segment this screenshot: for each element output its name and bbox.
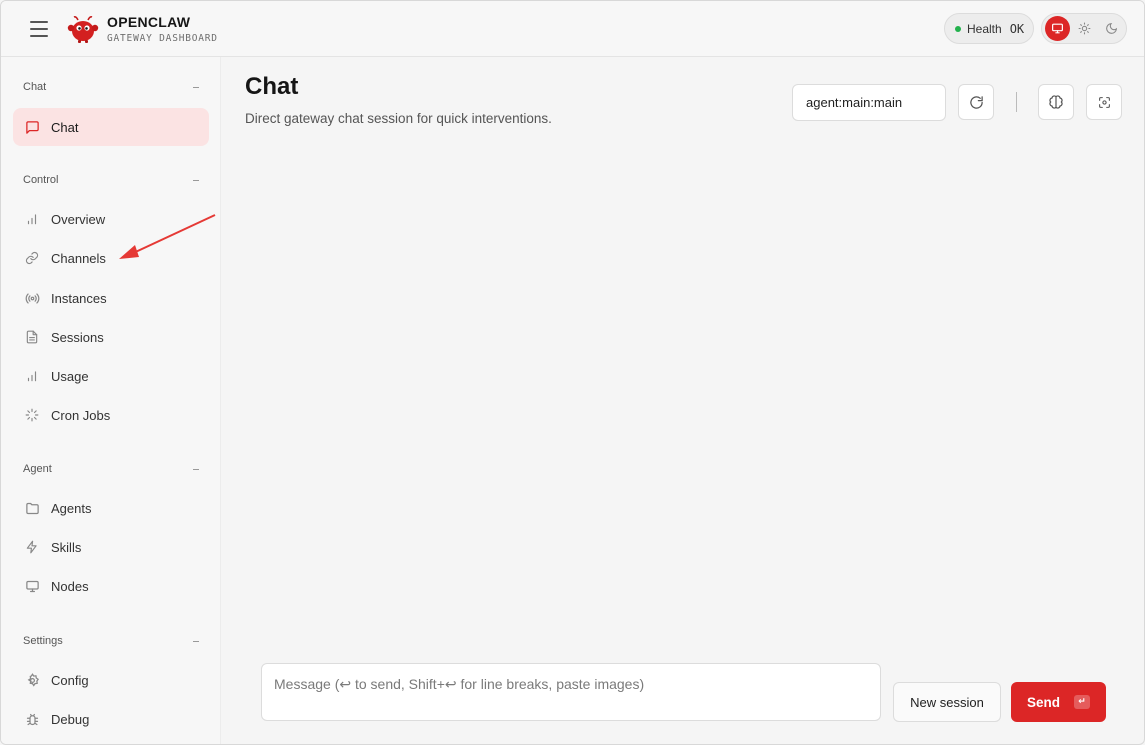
thinking-toggle-button[interactable] bbox=[1038, 84, 1074, 120]
moon-icon bbox=[1106, 22, 1118, 34]
refresh-button[interactable] bbox=[958, 84, 994, 120]
sidebar-item-label: Agents bbox=[51, 500, 92, 516]
loader-icon bbox=[24, 407, 40, 423]
sidebar-item-channels[interactable]: Channels bbox=[13, 239, 209, 277]
system-monitor-icon bbox=[1052, 23, 1063, 34]
sidebar-item-label: Cron Jobs bbox=[51, 407, 111, 423]
sidebar-item-chat[interactable]: Chat bbox=[13, 108, 209, 146]
health-value: OK bbox=[1009, 21, 1025, 36]
brand-subtitle: GATEWAY DASHBOARD bbox=[107, 33, 218, 44]
sidebar-item-cron-jobs[interactable]: Cron Jobs bbox=[13, 396, 209, 434]
section-title-settings[interactable]: Settings bbox=[23, 635, 63, 647]
bug-icon bbox=[24, 711, 40, 727]
sidebar-item-label: Debug bbox=[51, 711, 90, 727]
new-session-button[interactable]: New session bbox=[893, 682, 1001, 722]
sidebar-item-label: Overview bbox=[51, 211, 106, 227]
collapse-icon[interactable] bbox=[193, 641, 199, 642]
message-input[interactable] bbox=[262, 664, 880, 720]
collapse-icon[interactable] bbox=[193, 87, 199, 88]
folder-icon bbox=[24, 500, 40, 516]
sidebar-item-label: Chat bbox=[51, 119, 79, 135]
zap-icon bbox=[24, 539, 40, 555]
sidebar: Chat Chat Control Overview Channels Inst… bbox=[1, 57, 221, 744]
theme-light-button[interactable] bbox=[1072, 16, 1097, 41]
sidebar-item-sessions[interactable]: Sessions bbox=[13, 318, 209, 356]
sidebar-item-nodes[interactable]: Nodes bbox=[13, 567, 209, 605]
top-bar: OPENCLAW GATEWAY DASHBOARD Health OK bbox=[1, 1, 1144, 57]
collapse-icon[interactable] bbox=[193, 180, 199, 181]
lobster-mascot-icon bbox=[67, 14, 99, 44]
sidebar-item-label: Nodes bbox=[51, 578, 89, 594]
sidebar-item-label: Instances bbox=[51, 290, 107, 306]
sidebar-item-instances[interactable]: Instances bbox=[13, 279, 209, 317]
refresh-icon bbox=[969, 95, 983, 109]
message-square-icon bbox=[24, 119, 40, 135]
sidebar-item-agents[interactable]: Agents bbox=[13, 489, 209, 527]
enter-key-icon: ↵ bbox=[1074, 695, 1091, 709]
sidebar-item-overview[interactable]: Overview bbox=[13, 200, 209, 238]
theme-switcher bbox=[1041, 13, 1127, 44]
toolbar-divider bbox=[1016, 92, 1017, 112]
sidebar-item-skills[interactable]: Skills bbox=[13, 528, 209, 566]
brain-icon bbox=[1049, 95, 1063, 109]
link-icon bbox=[24, 250, 40, 266]
health-label: Health bbox=[967, 21, 1002, 36]
session-key-select[interactable]: agent:main:main bbox=[792, 84, 946, 121]
sidebar-item-config[interactable]: Config bbox=[13, 661, 209, 699]
status-dot-icon bbox=[955, 25, 961, 32]
sun-icon bbox=[1078, 22, 1091, 35]
send-shortcut: ↵ bbox=[1078, 697, 1086, 707]
send-button[interactable]: Send ↵ bbox=[1011, 682, 1106, 722]
sidebar-item-label: Config bbox=[51, 672, 89, 688]
health-badge[interactable]: Health OK bbox=[944, 13, 1034, 44]
file-text-icon bbox=[24, 329, 40, 345]
bar-chart-icon bbox=[24, 211, 40, 227]
sidebar-item-label: Sessions bbox=[51, 329, 104, 345]
send-label: Send bbox=[1027, 694, 1061, 710]
theme-system-button[interactable] bbox=[1045, 16, 1070, 41]
theme-dark-button[interactable] bbox=[1099, 16, 1124, 41]
focus-icon bbox=[1098, 96, 1110, 108]
section-title-chat[interactable]: Chat bbox=[23, 81, 46, 93]
section-title-agent[interactable]: Agent bbox=[23, 463, 52, 475]
settings-icon bbox=[24, 672, 40, 688]
page-subtitle: Direct gateway chat session for quick in… bbox=[245, 111, 552, 126]
section-title-control[interactable]: Control bbox=[23, 174, 58, 186]
collapse-icon[interactable] bbox=[193, 469, 199, 470]
sidebar-item-usage[interactable]: Usage bbox=[13, 357, 209, 395]
sidebar-item-label: Channels bbox=[51, 250, 106, 266]
monitor-icon bbox=[24, 578, 40, 594]
focus-mode-button[interactable] bbox=[1086, 84, 1122, 120]
menu-icon[interactable] bbox=[30, 21, 48, 37]
radio-icon bbox=[24, 290, 40, 306]
sidebar-item-label: Usage bbox=[51, 368, 89, 384]
page-title: Chat bbox=[245, 73, 299, 100]
sidebar-item-label: Skills bbox=[51, 539, 82, 555]
brand-title: OPENCLAW bbox=[107, 14, 191, 30]
message-composer bbox=[261, 663, 881, 721]
sidebar-item-debug[interactable]: Debug bbox=[13, 700, 209, 738]
bar-chart-icon bbox=[24, 368, 40, 384]
app-window: OPENCLAW GATEWAY DASHBOARD Health OK Cha… bbox=[0, 0, 1145, 745]
